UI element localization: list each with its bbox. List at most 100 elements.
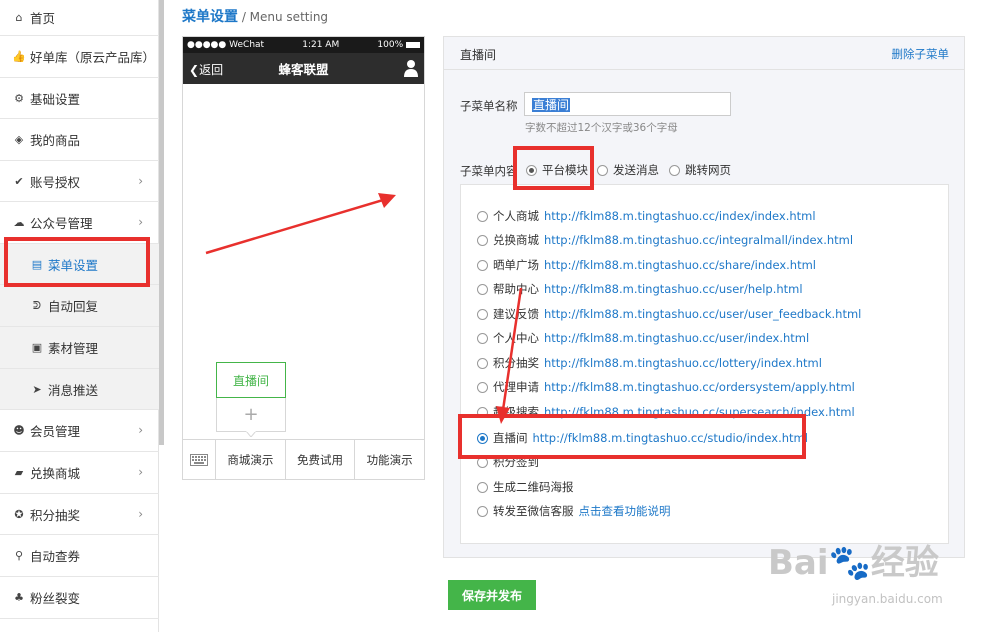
page-title-en: Menu setting (249, 10, 329, 24)
sidebar-item-home[interactable]: ⌂ 首页 (0, 0, 159, 36)
keyboard-toggle[interactable] (183, 440, 216, 479)
back-label: 返回 (199, 63, 224, 77)
module-option-label: 晒单广场 (493, 258, 539, 272)
submenu-name-label: 子菜单名称 (460, 99, 518, 113)
save-publish-button[interactable]: 保存并发布 (448, 580, 536, 610)
sidebar-scrollbar[interactable] (159, 0, 164, 445)
phone-preview: ●●●●● WeChat 1:21 AM 100% ❮返回 蜂客联盟 直播间 +… (182, 36, 425, 480)
user-icon[interactable] (404, 59, 418, 77)
delete-submenu-link[interactable]: 删除子菜单 (892, 46, 950, 62)
cube-icon: ◈ (14, 133, 24, 146)
users-icon: ☻ (13, 424, 25, 437)
sidebar: ⌂ 首页 👍 好单库（原云产品库） ⚙ 基础设置 ◈ 我的商品 ✔ 账号授权 › ☁ 公众号管理 › ▤ 菜单… (0, 0, 159, 632)
module-option-url[interactable]: http://fklm88.m.tingtashuo.cc/user/user_… (544, 307, 861, 321)
sidebar-item-member-management[interactable]: ☻ 会员管理 › (0, 410, 159, 452)
platform-module-list: 个人商城 http://fklm88.m.tingtashuo.cc/index/… (460, 184, 949, 544)
sidebar-item-label: 兑换商城 (30, 466, 81, 481)
module-option-url[interactable]: http://fklm88.m.tingtashuo.cc/lottery/in… (544, 356, 822, 370)
radio-icon[interactable] (669, 164, 680, 176)
radio-icon[interactable] (477, 381, 488, 393)
module-option-label: 建议反馈 (493, 307, 539, 321)
sidebar-item-label: 公众号管理 (30, 216, 93, 231)
radio-icon[interactable] (477, 505, 488, 517)
module-option-url[interactable]: http://fklm88.m.tingtashuo.cc/share/inde… (544, 258, 816, 272)
phone-bottom-menu: 商城演示 免费试用 功能演示 (183, 439, 424, 479)
radio-icon[interactable] (477, 357, 488, 369)
radio-icon[interactable] (477, 283, 488, 295)
add-submenu-button[interactable]: + (216, 398, 286, 432)
module-option-label: 帮助中心 (493, 282, 539, 296)
module-option[interactable]: 个人中心 http://fklm88.m.tingtashuo.cc/user/i… (477, 330, 809, 346)
gear-icon: ⚙ (14, 91, 24, 105)
sidebar-item-my-products[interactable]: ◈ 我的商品 (0, 119, 159, 161)
module-option-label: 兑换商城 (493, 233, 539, 247)
popup-arrow-icon (246, 431, 256, 437)
sidebar-item-account-auth[interactable]: ✔ 账号授权 › (0, 161, 159, 202)
phone-nav-bar: ❮返回 蜂客联盟 (183, 53, 424, 84)
module-option[interactable]: 帮助中心 http://fklm88.m.tingtashuo.cc/user/h… (477, 281, 803, 297)
module-option-label: 积分抽奖 (493, 356, 539, 370)
sidebar-item-label: 会员管理 (30, 424, 81, 439)
module-option[interactable]: 代理申请 http://fklm88.m.tingtashuo.cc/orders… (477, 379, 855, 395)
radio-icon[interactable] (477, 308, 488, 320)
sidebar-item-fan-fission[interactable]: ♣ 粉丝裂变 (0, 577, 159, 619)
chevron-right-icon: › (138, 174, 143, 188)
bottom-menu-item[interactable]: 商城演示 (216, 440, 286, 479)
module-option[interactable]: 转发至微信客服 点击查看功能说明 (477, 503, 671, 519)
sidebar-item-auto-reply[interactable]: ᕲ 自动回复 (0, 285, 159, 327)
module-option-url[interactable]: http://fklm88.m.tingtashuo.cc/user/help.… (544, 282, 803, 296)
module-option-label: 转发至微信客服 (493, 504, 574, 518)
module-option-label: 代理申请 (493, 380, 539, 394)
module-option-label: 个人中心 (493, 331, 539, 345)
sidebar-item-material-management[interactable]: ▣ 素材管理 (0, 327, 159, 369)
bottom-menu-item[interactable]: 免费试用 (286, 440, 356, 479)
sidebar-item-points-lottery[interactable]: ✪ 积分抽奖 › (0, 494, 159, 535)
chevron-right-icon: › (138, 465, 143, 479)
radio-icon[interactable] (477, 332, 488, 344)
module-option[interactable]: 晒单广场 http://fklm88.m.tingtashuo.cc/share/… (477, 257, 816, 273)
sidebar-item-message-push[interactable]: ➤ 消息推送 (0, 369, 159, 410)
module-option[interactable]: 兑换商城 http://fklm88.m.tingtashuo.cc/integr… (477, 232, 853, 248)
radio-icon[interactable] (477, 234, 488, 246)
bottom-menu-item[interactable]: 功能演示 (355, 440, 424, 479)
submenu-name-input[interactable]: 直播间 (524, 92, 731, 116)
back-button[interactable]: ❮返回 (189, 61, 223, 78)
module-option-url[interactable]: http://fklm88.m.tingtashuo.cc/index/inde… (544, 209, 816, 223)
page-title-separator: / (238, 10, 250, 24)
chevron-left-icon: ❮ (189, 63, 200, 77)
page-title-cn: 菜单设置 (182, 9, 238, 25)
radio-icon[interactable] (477, 259, 488, 271)
chevron-right-icon: › (138, 215, 143, 229)
lottery-icon: ✪ (14, 507, 24, 521)
sidebar-item-auto-coupon-search[interactable]: ⚲ 自动查券 (0, 535, 159, 577)
search-icon: ⚲ (14, 549, 24, 562)
thumbs-up-icon: 👍 (12, 50, 26, 63)
sidebar-item-label: 我的商品 (30, 133, 81, 148)
annotation-box-menu-setting (4, 237, 150, 287)
module-option-url[interactable]: http://fklm88.m.tingtashuo.cc/ordersyste… (544, 380, 855, 394)
radio-icon[interactable] (477, 481, 488, 493)
carrier-label: ●●●●● WeChat (187, 40, 265, 50)
radio-icon[interactable] (597, 164, 608, 176)
sidebar-item-label: 消息推送 (48, 382, 99, 398)
module-option[interactable]: 个人商城 http://fklm88.m.tingtashuo.cc/index/… (477, 208, 816, 224)
wechat-icon: ☁ (13, 216, 25, 229)
sidebar-item-haodanku[interactable]: 👍 好单库（原云产品库） (0, 36, 159, 78)
module-option-url[interactable]: http://fklm88.m.tingtashuo.cc/integralma… (544, 233, 853, 247)
module-option[interactable]: 积分抽奖 http://fklm88.m.tingtashuo.cc/lotter… (477, 355, 822, 371)
page-title: 菜单设置 / Menu setting (182, 6, 328, 26)
sidebar-item-label: 好单库（原云产品库） (30, 50, 156, 65)
keyboard-icon (190, 453, 208, 466)
module-option[interactable]: 建议反馈 http://fklm88.m.tingtashuo.cc/user/u… (477, 306, 861, 322)
time-label: 1:21 AM (302, 40, 340, 50)
submenu-item-studio[interactable]: 直播间 (216, 362, 286, 398)
sidebar-item-exchange-mall[interactable]: ▰ 兑换商城 › (0, 452, 159, 494)
content-type-webpage[interactable]: 跳转网页 (669, 162, 731, 178)
module-option-url[interactable]: 点击查看功能说明 (579, 503, 671, 519)
baidu-watermark-url: jingyan.baidu.com (832, 592, 943, 606)
sidebar-item-basic-settings[interactable]: ⚙ 基础设置 (0, 78, 159, 119)
module-option-url[interactable]: http://fklm88.m.tingtashuo.cc/user/index… (544, 331, 809, 345)
module-option[interactable]: 生成二维码海报 (477, 479, 574, 495)
radio-icon[interactable] (477, 210, 488, 222)
content-type-message[interactable]: 发送消息 (597, 162, 659, 178)
